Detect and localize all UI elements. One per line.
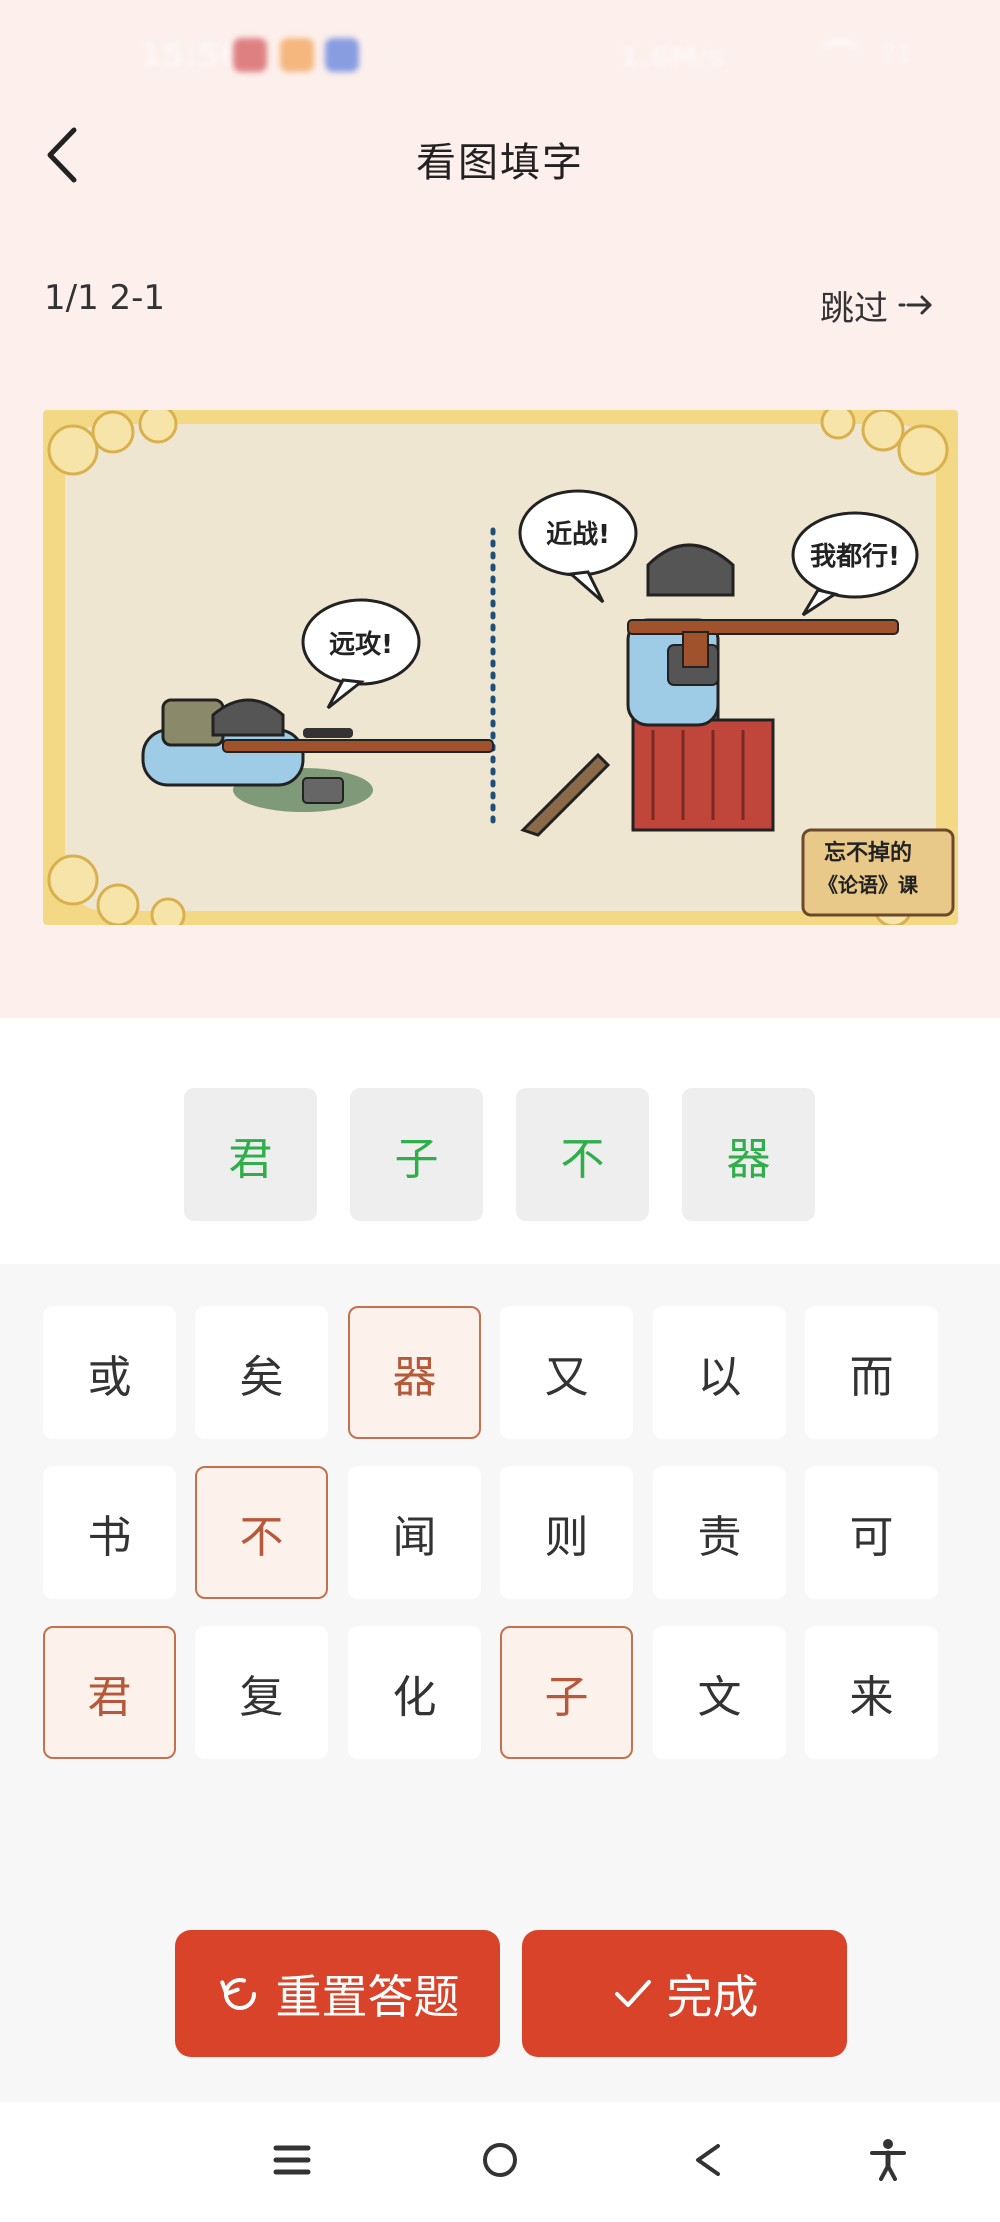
page-title: 看图填字 [416,140,584,186]
answer-slot[interactable]: 器 [682,1088,815,1221]
check-icon [614,1979,651,2007]
comic-bubble-right: 我都行! [810,541,900,572]
arrow-right-icon [898,295,932,315]
answer-slot[interactable]: 不 [516,1088,649,1221]
candidate-cell[interactable]: 书 [43,1466,176,1599]
candidate-cell[interactable]: 或 [43,1306,176,1439]
candidate-cell[interactable]: 又 [500,1306,633,1439]
candidate-cell[interactable]: 矣 [195,1306,328,1439]
back-triangle-icon [696,2144,720,2176]
status-bar: 15:56 ··· 1.6M/s 71 [0,0,1000,110]
comic-bubble-mid: 近战! [546,520,610,550]
candidate-cell[interactable]: 闻 [348,1466,481,1599]
course-scroll-label: 忘不掉的 《论语》课 [801,828,955,917]
candidate-cell[interactable]: 不 [195,1466,328,1599]
candidate-cell[interactable]: 以 [653,1306,786,1439]
candidate-cell[interactable]: 可 [805,1466,938,1599]
nav-back-button[interactable] [678,2130,738,2190]
nav-accessibility-button[interactable] [858,2130,918,2190]
refresh-icon [219,1977,256,2010]
candidate-cell[interactable]: 化 [348,1626,481,1759]
candidate-cell[interactable]: 而 [805,1306,938,1439]
progress-indicator: 1/1 2-1 [44,278,166,318]
accessibility-icon [870,2139,906,2181]
candidate-cell[interactable]: 则 [500,1466,633,1599]
candidate-cell[interactable]: 子 [500,1626,633,1759]
more-dots-icon: ··· [380,38,407,71]
reset-label: 重置答题 [275,1969,460,2024]
candidate-cell[interactable]: 责 [653,1466,786,1599]
comic-bubble-left: 远攻! [329,630,393,660]
comic-illustration: 远攻! 近战! 我都行! 忘不掉的 《论语》课 [43,410,958,925]
nav-home-button[interactable] [470,2130,530,2190]
candidate-cell[interactable]: 君 [43,1626,176,1759]
skip-button[interactable]: 跳过 [820,280,934,330]
done-button[interactable]: 完成 [522,1930,847,2057]
scroll-line-2: 《论语》课 [818,873,919,897]
app-notification-icon [280,38,314,72]
answer-slot[interactable]: 子 [350,1088,483,1221]
app-notification-icon [325,38,359,72]
candidate-cell[interactable]: 文 [653,1626,786,1759]
battery-level: 71 [880,40,914,70]
home-circle-icon [483,2143,517,2177]
scroll-line-1: 忘不掉的 [824,840,912,866]
candidate-cell[interactable]: 器 [348,1306,481,1439]
network-speed: 1.6M/s [620,40,725,73]
answer-area [0,1018,1000,1264]
app-notification-icon [233,38,267,72]
candidate-cell[interactable]: 来 [805,1626,938,1759]
nav-menu-button[interactable] [262,2130,322,2190]
done-label: 完成 [666,1969,759,2024]
candidate-cell[interactable]: 复 [195,1626,328,1759]
status-time: 15:56 [140,36,242,74]
skip-label: 跳过 [820,288,888,329]
wifi-icon [820,38,860,70]
menu-icon [273,2145,311,2175]
answer-slot[interactable]: 君 [184,1088,317,1221]
reset-button[interactable]: 重置答题 [175,1930,500,2057]
